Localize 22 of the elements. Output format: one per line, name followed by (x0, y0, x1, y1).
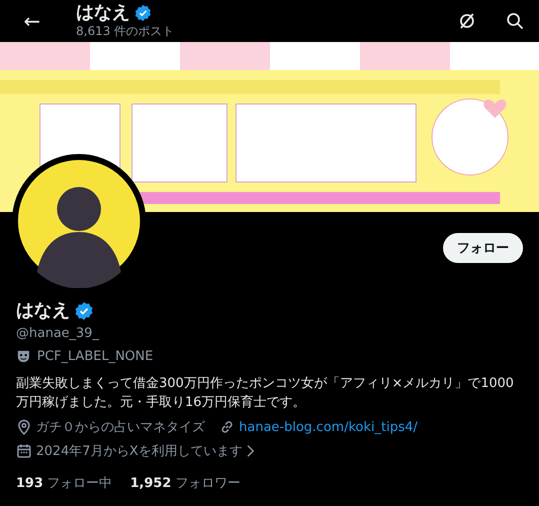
profile-label: PCF_LABEL_NONE (37, 349, 154, 364)
profile-name: はなえ (76, 3, 130, 23)
link-icon (219, 419, 235, 435)
location-text: ガチ０からの占いマネタイズ (36, 419, 205, 436)
display-name: はなえ (16, 300, 70, 322)
back-button[interactable]: ← (10, 9, 54, 33)
user-handle: @hanae_39_ (16, 325, 100, 343)
stat-label[interactable]: フォロワー (175, 474, 240, 492)
stat-label[interactable]: フォロー中 (47, 474, 112, 492)
chevron-right-icon[interactable] (246, 444, 256, 458)
mask-icon (16, 349, 31, 364)
bio-text: 副業失敗しまくって借金300万円作ったポンコツ女が「アフィリ×メルカリ」で1000万円稼げました。元・手取り16万円保育士です。 (16, 375, 515, 412)
grok-icon[interactable] (457, 11, 477, 31)
post-count: 8,613 件のポスト (76, 23, 174, 39)
calendar-icon (16, 443, 32, 459)
website-link[interactable]: hanae-blog.com/koki_tips4/ (239, 420, 418, 434)
location-pin-icon (16, 419, 32, 435)
search-icon[interactable] (505, 11, 525, 31)
follow-button[interactable]: フォロー (443, 233, 523, 263)
stat-count[interactable]: 193 (16, 476, 44, 491)
joined-date: 2024年7月からXを利用しています (36, 443, 242, 460)
stat-count[interactable]: 1,952 (130, 476, 172, 491)
